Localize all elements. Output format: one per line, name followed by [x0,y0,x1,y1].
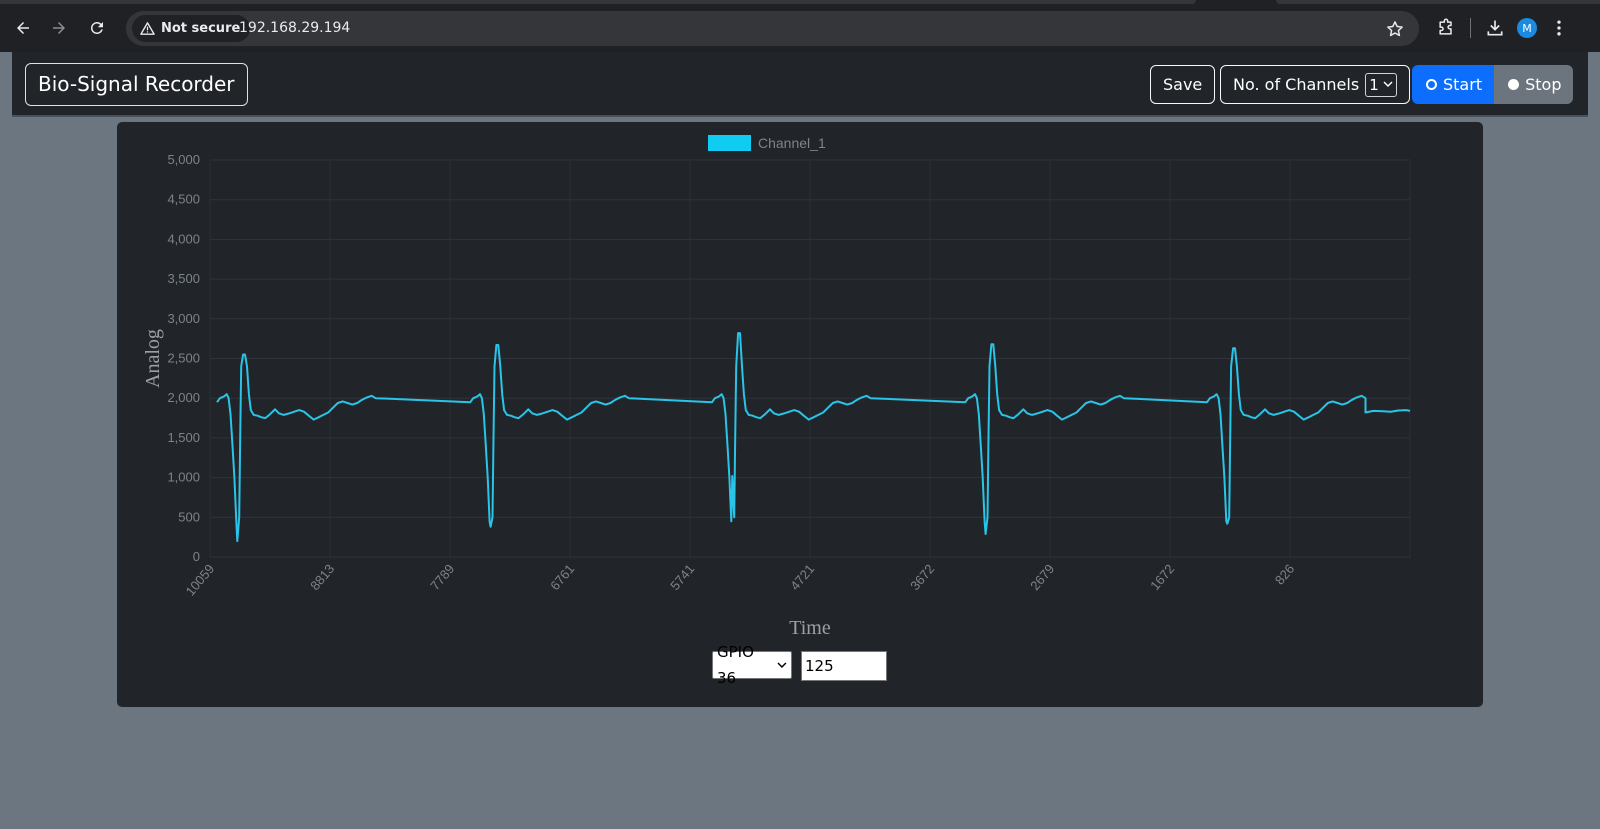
warning-icon [140,22,155,35]
toolbar-divider [1470,18,1471,38]
chart-controls: GPIO 36 [712,643,887,687]
y-tick-label: 1,500 [167,430,200,445]
url-text[interactable]: 192.168.29.194 [239,20,350,36]
menu-button[interactable] [1543,12,1575,44]
legend-swatch [708,135,751,151]
y-tick-label: 2,000 [167,390,200,405]
brand-title[interactable]: Bio-Signal Recorder [25,63,248,106]
channels-select[interactable]: 1 [1365,72,1397,97]
chart-card: 0 500 1,000 1,500 2,000 2,500 3,000 3,500 4,000 4… [117,122,1483,707]
kebab-menu-icon [1557,20,1561,36]
avatar: M [1517,18,1537,38]
signal-chart: 0 500 1,000 1,500 2,000 2,500 3,000 3,500 4,000 4… [142,135,1411,639]
chevron-down-icon [1383,81,1393,88]
x-tick-label: 2679 [1027,561,1057,593]
x-tick-label: 4721 [787,561,817,593]
y-tick-label: 3,000 [167,311,200,326]
downloads-button[interactable] [1479,12,1511,44]
puzzle-icon [1439,18,1452,35]
tab-strip [0,0,1196,4]
x-tick-label: 6761 [547,561,577,593]
reload-button[interactable] [81,12,113,44]
x-tick-label: 3672 [907,561,937,593]
legend-label: Channel_1 [758,135,826,151]
value-input[interactable] [801,651,887,681]
address-bar[interactable]: Not secure 192.168.29.194 [126,11,1419,46]
x-tick-label: 8813 [307,561,337,593]
x-tick-label: 10059 [183,561,218,598]
channels-value: 1 [1369,75,1379,94]
download-icon [1487,20,1503,36]
y-tick-label: 500 [178,509,200,524]
x-tick-label: 1672 [1147,561,1177,593]
forward-button[interactable] [43,12,75,44]
x-tick-label: 826 [1272,561,1297,587]
x-tick-label: 5741 [667,561,697,593]
y-tick-label: 4,000 [167,231,200,246]
stop-button[interactable]: Stop [1494,65,1574,104]
y-tick-label: 1,000 [167,470,200,485]
stop-label: Stop [1525,75,1562,94]
y-tick-label: 5,000 [167,152,200,167]
y-tick-label: 2,500 [167,351,200,366]
extensions-button[interactable] [1430,12,1462,44]
chevron-down-icon [777,662,787,668]
y-tick-label: 3,500 [167,271,200,286]
back-button[interactable] [7,12,39,44]
start-label: Start [1443,75,1483,94]
arrow-left-icon [17,22,29,34]
x-axis-title: Time [789,617,831,639]
start-stop-group: Start Stop [1412,65,1574,104]
y-axis-title: Analog [142,329,164,388]
security-label: Not secure [161,21,241,36]
radio-checked-icon [1508,79,1520,90]
arrow-right-icon [53,22,65,34]
series-line-channel-1 [216,332,1411,543]
radio-unchecked-icon [1426,79,1437,90]
browser-toolbar: M [1430,12,1575,44]
security-chip[interactable]: Not secure [132,15,251,42]
gpio-select[interactable]: GPIO 36 [712,643,792,687]
browser-chrome: Not secure 192.168.29.194 M [0,0,1600,52]
gpio-value: GPIO 36 [717,643,754,687]
tab-strip [1276,0,1600,4]
bookmark-star-icon[interactable] [1385,19,1405,39]
channels-selector: No. of Channels 1 [1220,65,1410,104]
y-tick-label: 4,500 [167,192,200,207]
app-navbar: Bio-Signal Recorder Save No. of Channels… [12,52,1588,117]
profile-button[interactable]: M [1511,12,1543,44]
start-button[interactable]: Start [1412,65,1495,104]
channels-label: No. of Channels [1233,75,1360,94]
save-button[interactable]: Save [1150,65,1216,104]
x-tick-label: 7789 [427,561,457,593]
reload-icon [90,21,103,34]
y-tick-label: 0 [193,549,200,564]
